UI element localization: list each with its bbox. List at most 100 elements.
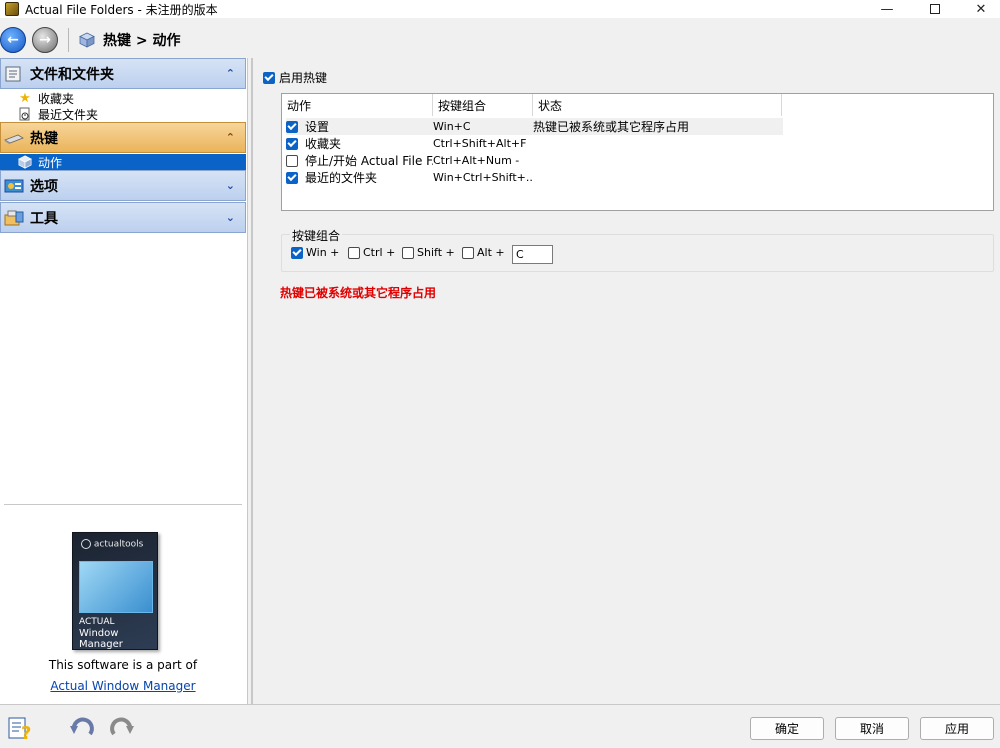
checkbox-icon <box>402 246 414 259</box>
action-label: 最近的文件夹 <box>305 171 378 185</box>
checkbox-icon <box>263 71 275 84</box>
product-brand-text: actualtools <box>93 539 144 550</box>
toolbar-divider <box>68 28 69 52</box>
breadcrumb: 热键 > 动作 <box>103 33 181 49</box>
enable-hotkeys-checkbox[interactable]: 启用热键 <box>263 69 327 86</box>
app-icon <box>5 2 19 16</box>
product-name: ACTUAL Window Manager <box>79 617 155 650</box>
checkbox-icon <box>291 246 303 259</box>
chevron-down-icon[interactable]: ⌄ <box>226 179 235 192</box>
row-checkbox[interactable] <box>286 154 298 167</box>
sidebar-item-label: 收藏夹 <box>38 91 75 106</box>
close-button[interactable]: ✕ <box>958 0 1000 18</box>
apply-button[interactable]: 应用 <box>920 717 994 740</box>
forward-button[interactable]: → <box>32 27 58 53</box>
maximize-button[interactable] <box>912 0 958 18</box>
footer-divider <box>0 704 1000 705</box>
help-icon[interactable]: ? <box>6 714 34 742</box>
modifier-label: Alt + <box>477 246 505 259</box>
modifier-label: Ctrl + <box>363 246 396 259</box>
product-screen-graphic <box>79 561 153 613</box>
combo-cell: Ctrl+Alt+Num - <box>433 154 520 167</box>
sidebar-group-tools[interactable]: 工具 ⌄ <box>0 202 246 233</box>
key-combo-legend: 按键组合 <box>290 227 343 244</box>
combo-cell: Win+Ctrl+Shift+... <box>433 171 533 184</box>
back-button[interactable]: ← <box>0 27 26 53</box>
sidebar-group-hotkeys[interactable]: 热键 ⌃ <box>0 122 246 153</box>
hotkey-table: 动作 按键组合 状态 设置 Win+C 热键已被系统或其它程序占用 收藏夹 Ct… <box>281 93 994 211</box>
maximize-icon <box>930 4 940 14</box>
chevron-up-icon[interactable]: ⌃ <box>226 67 235 80</box>
column-header-combo[interactable]: 按键组合 <box>433 94 533 116</box>
action-cell: 停止/开始 Actual File F... <box>286 152 433 169</box>
product-box-image[interactable]: actualtools ACTUAL Window Manager <box>72 532 158 650</box>
sidebar-item-label: 最近文件夹 <box>38 107 99 122</box>
action-cell: 设置 <box>286 118 433 135</box>
undo-icon[interactable] <box>68 714 96 742</box>
modifier-ctrl-checkbox[interactable]: Ctrl + <box>348 246 395 259</box>
sidebar-item-recent-folders[interactable]: 最近文件夹 <box>0 106 246 122</box>
minimize-icon: — <box>880 1 894 17</box>
sidebar-group-label: 工具 <box>30 210 58 227</box>
keyboard-icon <box>4 134 24 144</box>
sidebar-group-options[interactable]: 选项 ⌄ <box>0 170 246 201</box>
action-cell: 最近的文件夹 <box>286 169 433 186</box>
sidebar-divider <box>4 504 242 505</box>
column-header-status[interactable]: 状态 <box>533 94 782 116</box>
minimize-button[interactable]: — <box>864 0 910 18</box>
arrow-left-icon: ← <box>7 32 19 48</box>
cube-icon <box>18 155 32 169</box>
redo-icon[interactable] <box>108 714 136 742</box>
panel-splitter[interactable] <box>251 58 253 704</box>
arrow-right-icon: → <box>39 32 51 48</box>
title-bar: Actual File Folders - 未注册的版本 — ✕ <box>0 0 1000 18</box>
table-row[interactable]: 停止/开始 Actual File F... Ctrl+Alt+Num - <box>286 152 783 169</box>
files-icon <box>5 66 21 81</box>
row-checkbox[interactable] <box>286 120 298 133</box>
promo-link[interactable]: Actual Window Manager <box>0 679 246 693</box>
status-cell: 热键已被系统或其它程序占用 <box>533 120 690 134</box>
combo-cell: Win+C <box>433 120 471 133</box>
modifier-win-checkbox[interactable]: Win + <box>291 246 339 259</box>
tools-icon <box>4 210 24 225</box>
sidebar-group-label: 热键 <box>30 130 58 147</box>
chevron-down-icon[interactable]: ⌄ <box>226 211 235 224</box>
product-name-line2: Window Manager <box>79 628 123 650</box>
sidebar-item-actions[interactable]: 动作 <box>0 154 246 170</box>
sidebar-group-files[interactable]: 文件和文件夹 ⌃ <box>0 58 246 89</box>
product-brand: actualtools <box>81 539 151 555</box>
clock-doc-icon <box>19 107 30 121</box>
table-row[interactable]: 设置 Win+C 热键已被系统或其它程序占用 <box>286 118 783 135</box>
sidebar-group-label: 选项 <box>30 178 58 195</box>
modifier-alt-checkbox[interactable]: Alt + <box>462 246 505 259</box>
table-row[interactable]: 最近的文件夹 Win+Ctrl+Shift+... <box>286 169 783 186</box>
sidebar: 文件和文件夹 ⌃ ★ 收藏夹 最近文件夹 热键 ⌃ 动作 选项 ⌄ 工具 ⌄ a… <box>0 58 248 704</box>
modifier-label: Shift + <box>417 246 455 259</box>
sidebar-item-favorites[interactable]: ★ 收藏夹 <box>0 90 246 106</box>
ok-button[interactable]: 确定 <box>750 717 824 740</box>
cancel-button[interactable]: 取消 <box>835 717 909 740</box>
close-icon: ✕ <box>975 1 987 17</box>
options-icon <box>4 179 24 192</box>
column-header-action[interactable]: 动作 <box>282 94 433 116</box>
enable-hotkeys-label: 启用热键 <box>279 71 328 85</box>
star-icon: ★ <box>19 90 31 106</box>
table-row[interactable]: 收藏夹 Ctrl+Shift+Alt+F <box>286 135 783 152</box>
logo-icon <box>81 539 91 549</box>
cube-icon <box>79 32 95 48</box>
modifier-shift-checkbox[interactable]: Shift + <box>402 246 455 259</box>
sidebar-item-label: 动作 <box>38 155 63 170</box>
modifier-label: Win + <box>306 246 340 259</box>
chevron-up-icon[interactable]: ⌃ <box>226 131 235 144</box>
hotkey-key-input[interactable]: C <box>512 245 553 264</box>
row-checkbox[interactable] <box>286 171 298 184</box>
hotkey-warning: 热键已被系统或其它程序占用 <box>280 286 437 300</box>
combo-cell: Ctrl+Shift+Alt+F <box>433 137 527 150</box>
svg-text:?: ? <box>21 723 31 742</box>
checkbox-icon <box>348 246 360 259</box>
checkbox-icon <box>462 246 474 259</box>
promo-text: This software is a part of <box>48 658 198 672</box>
table-header: 动作 按键组合 状态 <box>282 94 782 116</box>
row-checkbox[interactable] <box>286 137 298 150</box>
window-title: Actual File Folders - 未注册的版本 <box>25 2 218 17</box>
